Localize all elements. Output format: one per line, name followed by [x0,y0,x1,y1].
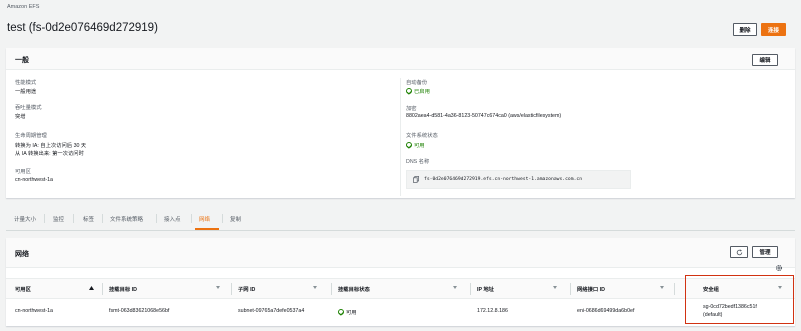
network-panel-header [6,238,795,268]
col-eni-id[interactable]: 网络接口 ID [577,285,605,293]
active-tab-indicator [195,228,219,230]
status-ok-icon [338,309,344,315]
column-divider [400,78,401,196]
cell-mount-state-text: 可用 [346,310,357,316]
backup-status: 已启用 [406,87,430,95]
edit-button[interactable]: 编辑 [752,54,778,66]
manage-button[interactable]: 管理 [752,246,778,258]
column-divider [674,283,675,295]
sort-down-icon[interactable] [660,286,664,289]
breadcrumb[interactable]: Amazon EFS [7,4,39,10]
cell-ip: 172.12.8.186 [477,308,508,314]
tab-access-points[interactable]: 接入点 [164,215,181,223]
performance-mode-value: 一般用途 [15,89,37,95]
attach-button[interactable]: 连接 [761,23,786,36]
tab-divider [222,214,223,223]
sort-down-icon[interactable] [453,286,457,289]
encryption-value: 8802aea4-d581-4a36-8123-50747c674ca0 (aw… [406,113,562,119]
col-mount-state[interactable]: 挂载目标状态 [338,285,370,293]
backup-label: 自动备份 [406,80,428,86]
cell-subnet-id: subnet-09765a7defe0537a4 [238,308,305,314]
tab-monitoring[interactable]: 监控 [53,215,64,223]
status-ok-icon [406,88,412,94]
tab-tags[interactable]: 标签 [83,215,94,223]
general-heading: 一般 [15,57,29,64]
general-panel-header [6,48,795,70]
col-mount-target-id[interactable]: 挂载目标 ID [109,285,137,293]
column-divider [102,283,103,295]
az-label: 可用区 [15,169,31,175]
column-divider [231,283,232,295]
network-heading: 网络 [15,251,29,258]
settings-gear-icon[interactable] [775,264,783,272]
col-subnet-id[interactable]: 子网 ID [238,285,255,293]
cell-mount-state: 可用 [338,308,357,316]
encryption-label: 加密 [406,106,417,112]
column-divider [470,283,471,295]
dns-box: fs-0d2e076469d272919.efs.cn-northwest-1.… [406,170,631,189]
tab-divider [156,214,157,223]
az-value: cn-northwest-1a [15,177,53,183]
refresh-icon [736,248,742,255]
cell-az: cn-northwest-1a [15,308,53,314]
sort-up-icon[interactable] [89,286,94,290]
tab-divider [73,214,74,223]
col-az[interactable]: 可用区 [15,285,31,293]
tab-replication[interactable]: 复制 [230,215,241,223]
cell-mount-target-id: fsmt-063d83621068e56bf [109,308,170,314]
throughput-mode-label: 吞吐量模式 [15,105,42,111]
tab-bar: 计量大小 监控 标签 文件系统策略 接入点 网络 复制 [6,209,795,231]
tab-metered-size[interactable]: 计量大小 [14,215,36,223]
sort-down-icon[interactable] [313,286,317,289]
tab-divider [191,214,192,223]
dns-label: DNS 名称 [406,159,430,165]
state-status: 可用 [406,141,425,149]
backup-value: 已启用 [414,89,430,95]
tab-network[interactable]: 网络 [199,215,210,223]
col-ip[interactable]: IP 地址 [477,285,494,293]
tab-divider [102,214,103,223]
lifecycle-value-1: 转换为 IA: 自上次访问后 30 天 [15,143,87,149]
page-title: test (fs-0d2e076469d272919) [7,22,158,34]
sort-down-icon[interactable] [553,286,557,289]
copy-icon[interactable] [413,176,419,183]
cell-eni-id: eni-0686d69499da6b0ef [577,308,635,314]
lifecycle-value-2: 从 IA 转换出来: 第一次访问时 [15,151,84,157]
state-label: 文件系统状态 [406,133,438,139]
refresh-button[interactable] [730,246,748,258]
column-divider [331,283,332,295]
lifecycle-label: 生命周期管理 [15,133,47,139]
delete-button[interactable]: 删除 [733,23,757,36]
highlight-box [685,275,794,324]
sort-down-icon[interactable] [216,286,220,289]
tab-fs-policy[interactable]: 文件系统策略 [110,215,143,223]
throughput-mode-value: 突增 [15,114,26,120]
column-divider [570,283,571,295]
tab-divider [44,214,45,223]
dns-value[interactable]: fs-0d2e076469d272919.efs.cn-northwest-1.… [424,177,582,182]
performance-mode-label: 性能模式 [15,80,37,86]
state-value: 可用 [414,143,425,149]
status-ok-icon [406,142,412,148]
